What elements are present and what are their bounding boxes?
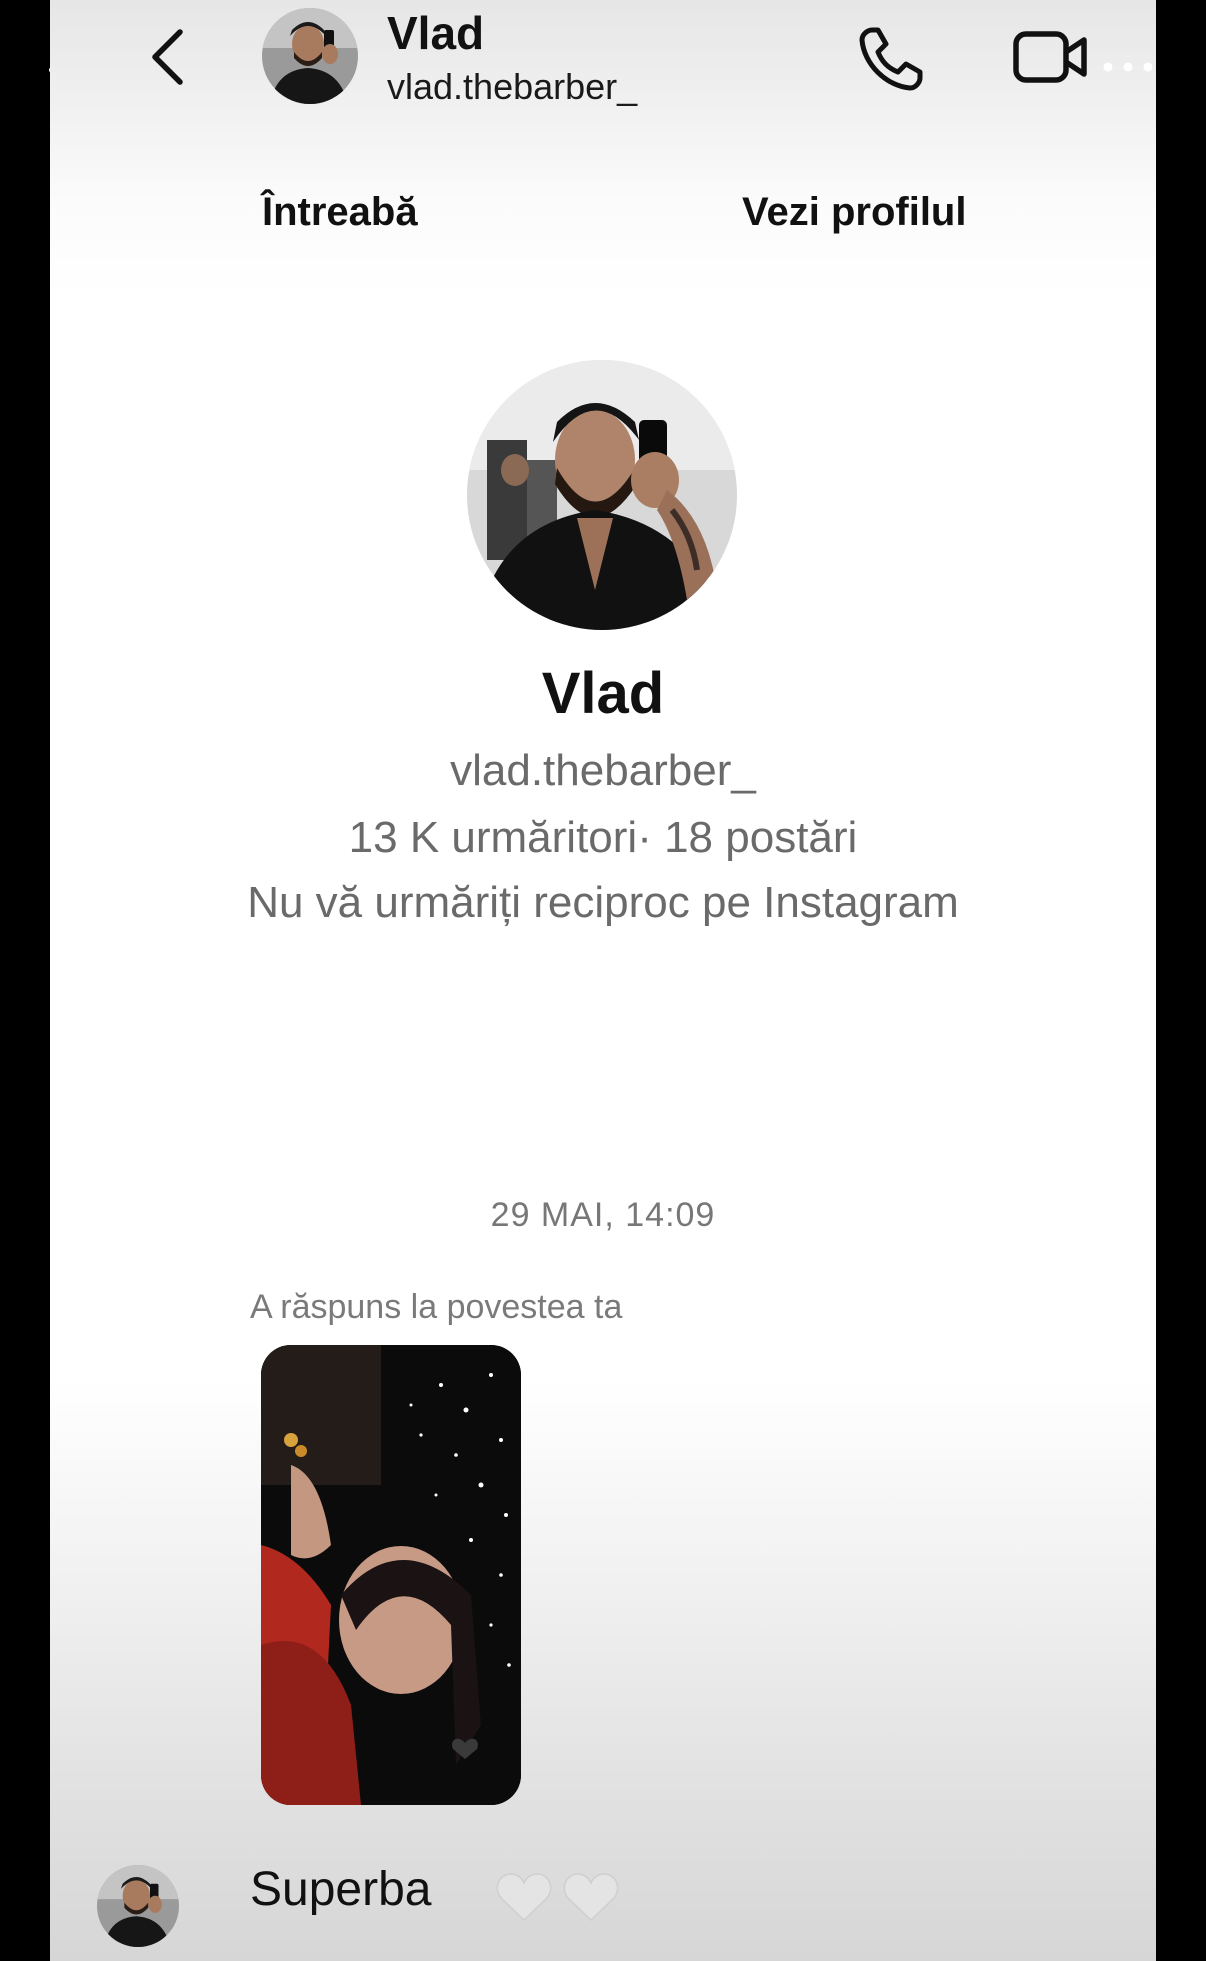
profile-username: vlad.thebarber_ [450,746,756,795]
message-text[interactable]: Superba [250,1862,431,1917]
heart-icon [496,1873,552,1922]
message-timestamp: 29 MAI, 14:09 [490,1196,716,1234]
video-camera-icon[interactable] [1010,22,1090,92]
story-thumbnail[interactable] [261,1345,521,1805]
dm-thread-screen: Vlad vlad.thebarber_ Întreabă Vezi profi… [50,0,1156,1961]
view-profile-button[interactable]: Vezi profilul [742,190,966,235]
phone-icon[interactable] [850,20,930,100]
heart-icon [563,1873,619,1922]
header-title[interactable]: Vlad [387,6,484,60]
profile-name: Vlad [541,661,665,726]
sender-avatar[interactable] [97,1865,179,1947]
profile-stats: 13 K urmăritori· 18 postări [348,813,858,862]
story-reply-label: A răspuns la povestea ta [250,1288,623,1326]
ask-button[interactable]: Întreabă [262,190,418,235]
header-username[interactable]: vlad.thebarber_ [387,66,637,108]
more-dots-icon[interactable] [1098,55,1158,79]
header-avatar[interactable] [262,8,358,104]
profile-avatar[interactable] [467,360,737,630]
mutual-follow-note: Nu vă urmăriți reciproc pe Instagram [247,878,959,927]
chevron-left-icon[interactable] [135,22,205,92]
